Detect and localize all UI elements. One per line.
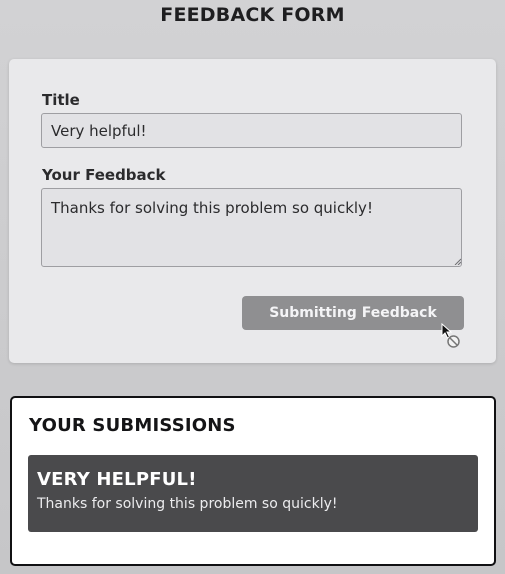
resize-grip-icon[interactable]: [454, 258, 461, 265]
title-input[interactable]: [41, 113, 462, 148]
submissions-panel: YOUR SUBMISSIONS VERY HELPFUL! Thanks fo…: [10, 396, 496, 566]
feedback-form: Title Your Feedback Thanks for solving t…: [9, 59, 496, 363]
submit-feedback-button[interactable]: Submitting Feedback: [242, 296, 464, 330]
title-label: Title: [42, 91, 80, 109]
submissions-heading: YOUR SUBMISSIONS: [29, 415, 236, 436]
feedback-textarea[interactable]: Thanks for solving this problem so quick…: [41, 188, 462, 267]
not-allowed-cursor-icon: [441, 323, 460, 348]
submission-title: VERY HELPFUL!: [37, 469, 197, 490]
submission-item: VERY HELPFUL! Thanks for solving this pr…: [28, 455, 478, 532]
feedback-label: Your Feedback: [42, 166, 166, 184]
page-title: FEEDBACK FORM: [160, 4, 345, 26]
submission-body: Thanks for solving this problem so quick…: [37, 496, 338, 512]
